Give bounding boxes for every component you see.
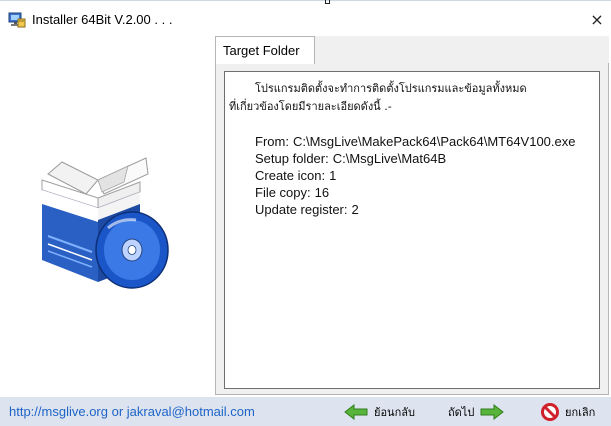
update-register-value: 2 <box>351 202 359 217</box>
file-copy-row: File copy: 16 <box>255 185 329 200</box>
footer-bar: http://msglive.org or jakraval@hotmail.c… <box>0 397 611 426</box>
update-register-label: Update register: <box>255 202 348 217</box>
arrow-right-icon <box>480 404 505 420</box>
next-label: ถัดไป <box>448 406 475 419</box>
cancel-button[interactable]: ยกเลิก <box>541 401 595 423</box>
cancel-label: ยกเลิก <box>565 406 596 419</box>
title-bar: Installer 64Bit V.2.00 . . . × <box>0 8 611 34</box>
from-value: C:\MsgLive\MakePack64\Pack64\MT64V100.ex… <box>292 134 576 149</box>
setup-folder-row: Setup folder: C:\MsgLive\Mat64B <box>255 151 446 166</box>
summary-textbox[interactable]: โปรแกรมติดตั้งจะทำการติดตั้งโปรแกรมและข้… <box>224 71 600 389</box>
top-border <box>0 0 611 1</box>
back-label: ย้อนกลับ <box>374 406 415 419</box>
intro-text-line-2: ที่เกี่ยวข้องโดยมีรายละเอียดดังนี้ .- <box>229 100 392 113</box>
prohibited-icon <box>541 403 559 421</box>
update-register-row: Update register: 2 <box>255 202 359 217</box>
arrow-left-icon <box>344 404 368 420</box>
tab-strip <box>315 36 609 64</box>
file-copy-label: File copy: <box>255 185 311 200</box>
tab-target-folder[interactable]: Target Folder <box>215 36 315 64</box>
intro-text-line-1: โปรแกรมติดตั้งจะทำการติดตั้งโปรแกรมและข้… <box>255 82 527 95</box>
tab-label: Target Folder <box>223 43 300 58</box>
window-title: Installer 64Bit V.2.00 . . . <box>32 12 173 27</box>
setup-folder-label: Setup folder: <box>255 151 329 166</box>
contact-link[interactable]: http://msglive.org or jakraval@hotmail.c… <box>9 404 255 419</box>
installer-icon <box>8 11 26 29</box>
from-row: From: C:\MsgLive\MakePack64\Pack64\MT64V1… <box>255 134 575 149</box>
create-icon-label: Create icon: <box>255 168 326 183</box>
create-icon-row: Create icon: 1 <box>255 168 336 183</box>
create-icon-value: 1 <box>329 168 337 183</box>
file-copy-value: 16 <box>314 185 330 200</box>
next-button[interactable]: ถัดไป <box>448 401 505 423</box>
software-box-icon <box>28 110 188 300</box>
close-button[interactable]: × <box>585 8 609 32</box>
close-icon: × <box>590 10 604 29</box>
setup-folder-value: C:\MsgLive\Mat64B <box>332 151 447 166</box>
back-button[interactable]: ย้อนกลับ <box>344 401 415 423</box>
top-notch-mark <box>325 0 330 4</box>
from-label: From: <box>255 134 289 149</box>
